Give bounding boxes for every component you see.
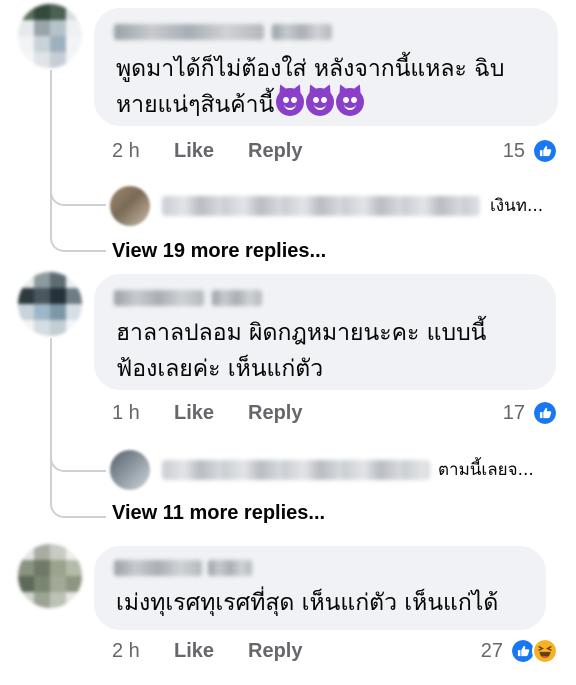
smiling-face-with-horns-emoji: [335, 82, 365, 116]
author-name[interactable]: [212, 290, 262, 306]
reply-preview-text: ตามนี้เลยจ...: [438, 460, 534, 480]
avatar[interactable]: [110, 186, 150, 226]
reply-preview-text: [162, 460, 430, 480]
reply-button[interactable]: Reply: [248, 640, 302, 663]
comment-bubble: เม่งทุเรศทุเรศที่สุด เห็นแก่ตัว เห็นแก่ไ…: [94, 546, 546, 630]
avatar[interactable]: [18, 4, 82, 68]
comment-text: ฮาลาลปลอม ผิดกฎหมายนะคะ แบบนี้: [116, 320, 487, 346]
comment-text-segment: หายแน่ๆสินค้านี้: [116, 92, 275, 118]
timestamp[interactable]: 1 h: [112, 402, 140, 425]
reaction-summary[interactable]: 27: [481, 638, 558, 664]
smiling-face-with-horns-emoji: [275, 82, 305, 116]
reply-preview[interactable]: เงินท...: [110, 184, 550, 226]
smiling-face-with-horns-emoji: [305, 82, 335, 116]
author-name[interactable]: [208, 560, 252, 576]
avatar[interactable]: [18, 272, 82, 336]
reply-thread-line: [50, 472, 106, 518]
timestamp[interactable]: 2 h: [112, 140, 140, 163]
comment-actions: 1 h Like Reply: [112, 402, 552, 425]
view-more-replies-link[interactable]: View 11 more replies...: [112, 502, 325, 525]
author-name[interactable]: [114, 560, 202, 576]
reply-button[interactable]: Reply: [248, 140, 302, 163]
reaction-count: 15: [502, 139, 525, 162]
reaction-summary[interactable]: 15: [503, 138, 558, 164]
reply-thread-line: [50, 446, 106, 472]
reaction-count: 17: [502, 401, 525, 424]
comment: เม่งทุเรศทุเรศที่สุด เห็นแก่ตัว เห็นแก่ไ…: [0, 540, 576, 685]
comment-bubble: พูดมาได้ก็ไม่ต้องใส่ หลังจากนี้แหละ ฉิบ …: [94, 8, 558, 126]
reply-preview[interactable]: ตามนี้เลยจ...: [110, 448, 550, 490]
avatar[interactable]: [18, 544, 82, 608]
reaction-count: 27: [480, 639, 503, 662]
reply-preview-text: เงินท...: [490, 196, 544, 216]
comment-actions: 2 h Like Reply: [112, 140, 552, 163]
comment-text: เม่งทุเรศทุเรศที่สุด เห็นแก่ตัว เห็นแก่ไ…: [116, 590, 499, 616]
comment-text: พูดมาได้ก็ไม่ต้องใส่ หลังจากนี้แหละ ฉิบ: [116, 56, 505, 82]
like-button[interactable]: Like: [174, 640, 214, 663]
author-name[interactable]: [114, 290, 204, 306]
reply-thread-line: [50, 206, 106, 252]
reply-thread-line: [50, 180, 106, 206]
comment-text: ฟ้องเลยค่ะ เห็นแก่ตัว: [116, 356, 324, 382]
comment: พูดมาได้ก็ไม่ต้องใส่ หลังจากนี้แหละ ฉิบ …: [0, 0, 576, 270]
reaction-summary[interactable]: 17: [503, 400, 558, 426]
haha-icon: [532, 638, 558, 664]
author-name[interactable]: [114, 24, 264, 40]
comment-bubble: ฮาลาลปลอม ผิดกฎหมายนะคะ แบบนี้ ฟ้องเลยค่…: [94, 274, 556, 390]
reply-button[interactable]: Reply: [248, 402, 302, 425]
reply-preview-text: [162, 196, 480, 216]
like-icon: [532, 138, 558, 164]
like-icon: [532, 400, 558, 426]
comment-text: หายแน่ๆสินค้านี้: [116, 82, 365, 122]
like-button[interactable]: Like: [174, 140, 214, 163]
comment: ฮาลาลปลอม ผิดกฎหมายนะคะ แบบนี้ ฟ้องเลยค่…: [0, 268, 576, 538]
like-button[interactable]: Like: [174, 402, 214, 425]
author-name[interactable]: [272, 24, 332, 40]
view-more-replies-link[interactable]: View 19 more replies...: [112, 240, 326, 263]
avatar[interactable]: [110, 450, 150, 490]
timestamp[interactable]: 2 h: [112, 640, 140, 663]
